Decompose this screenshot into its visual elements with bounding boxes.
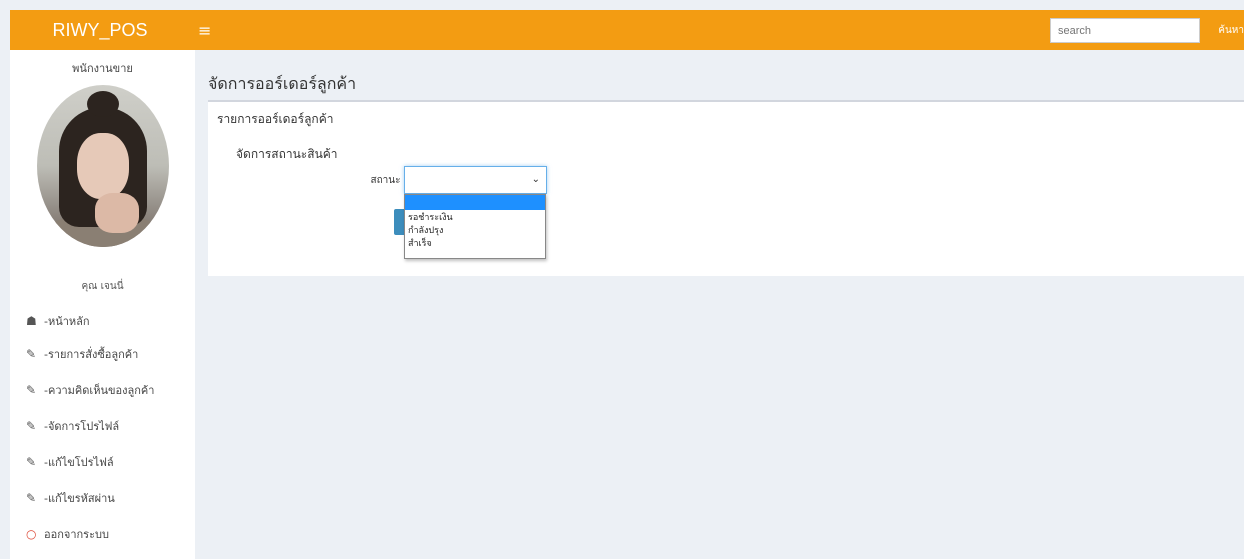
top-navbar: RIWY_POS ≡ ค้นหา bbox=[10, 10, 1244, 50]
sidebar-menu: ☗ -หน้าหลัก ✎ -รายการสั่งซื้อลูกค้า ✎ -ค… bbox=[10, 306, 195, 552]
page-title: จัดการออร์เดอร์ลูกค้า bbox=[208, 74, 357, 93]
avatar bbox=[36, 85, 169, 247]
brand-logo[interactable]: RIWY_POS bbox=[10, 10, 190, 50]
status-option-cooking[interactable]: กำลังปรุง bbox=[405, 225, 545, 238]
search-input[interactable] bbox=[1050, 18, 1200, 43]
sidebar-item-label: -รายการสั่งซื้อลูกค้า bbox=[44, 348, 139, 361]
sidebar-item-customer-orders[interactable]: ✎ -รายการสั่งซื้อลูกค้า bbox=[10, 336, 195, 372]
sidebar-item-label: -แก้ไขรหัสผ่าน bbox=[44, 492, 115, 505]
search-button[interactable]: ค้นหา bbox=[1204, 23, 1244, 38]
sidebar-item-label: -ความคิดเห็นของลูกค้า bbox=[44, 384, 155, 397]
sidebar-item-home[interactable]: ☗ -หน้าหลัก bbox=[10, 306, 195, 336]
sidebar: พนักงานขาย คุณ เจนนี่ ☗ -หน้าหลัก ✎ -ราย… bbox=[10, 50, 195, 559]
sidebar-item-change-password[interactable]: ✎ -แก้ไขรหัสผ่าน bbox=[10, 480, 195, 516]
edit-icon: ✎ bbox=[26, 455, 37, 469]
status-label: สถานะ : bbox=[370, 175, 407, 186]
order-box: รายการออร์เดอร์ลูกค้า จัดการสถานะสินค้า … bbox=[208, 100, 1244, 276]
section-title: จัดการสถานะสินค้า bbox=[236, 147, 338, 161]
logout-icon: ○ bbox=[26, 527, 37, 541]
box-title: รายการออร์เดอร์ลูกค้า bbox=[217, 112, 334, 126]
status-option-awaiting-payment[interactable]: รอชำระเงิน bbox=[405, 212, 545, 225]
sidebar-item-logout[interactable]: ○ ออกจากระบบ bbox=[10, 516, 195, 552]
edit-icon: ✎ bbox=[26, 383, 37, 397]
sidebar-item-label: -หน้าหลัก bbox=[44, 315, 90, 328]
home-icon: ☗ bbox=[26, 314, 37, 328]
username: คุณ เจนนี่ bbox=[81, 281, 124, 292]
status-option-blank[interactable] bbox=[405, 195, 545, 210]
sidebar-item-manage-profile[interactable]: ✎ -จัดการโปรไฟล์ bbox=[10, 408, 195, 444]
sidebar-item-label: -จัดการโปรไฟล์ bbox=[44, 420, 120, 433]
chevron-down-icon: ⌄ bbox=[531, 174, 540, 185]
sidebar-item-label: ออกจากระบบ bbox=[44, 528, 109, 541]
status-dropdown: รอชำระเงิน กำลังปรุง สำเร็จ bbox=[404, 194, 546, 259]
sidebar-item-label: -แก้ไขโปรไฟล์ bbox=[44, 456, 114, 469]
edit-icon: ✎ bbox=[26, 347, 37, 361]
status-option-done[interactable]: สำเร็จ bbox=[405, 238, 545, 251]
hamburger-menu-icon[interactable]: ≡ bbox=[198, 21, 211, 40]
user-role: พนักงานขาย bbox=[72, 62, 133, 75]
sidebar-item-customer-comments[interactable]: ✎ -ความคิดเห็นของลูกค้า bbox=[10, 372, 195, 408]
edit-icon: ✎ bbox=[26, 419, 37, 433]
sidebar-item-edit-profile[interactable]: ✎ -แก้ไขโปรไฟล์ bbox=[10, 444, 195, 480]
status-select[interactable]: ⌄ bbox=[404, 166, 547, 194]
edit-icon: ✎ bbox=[26, 491, 37, 505]
